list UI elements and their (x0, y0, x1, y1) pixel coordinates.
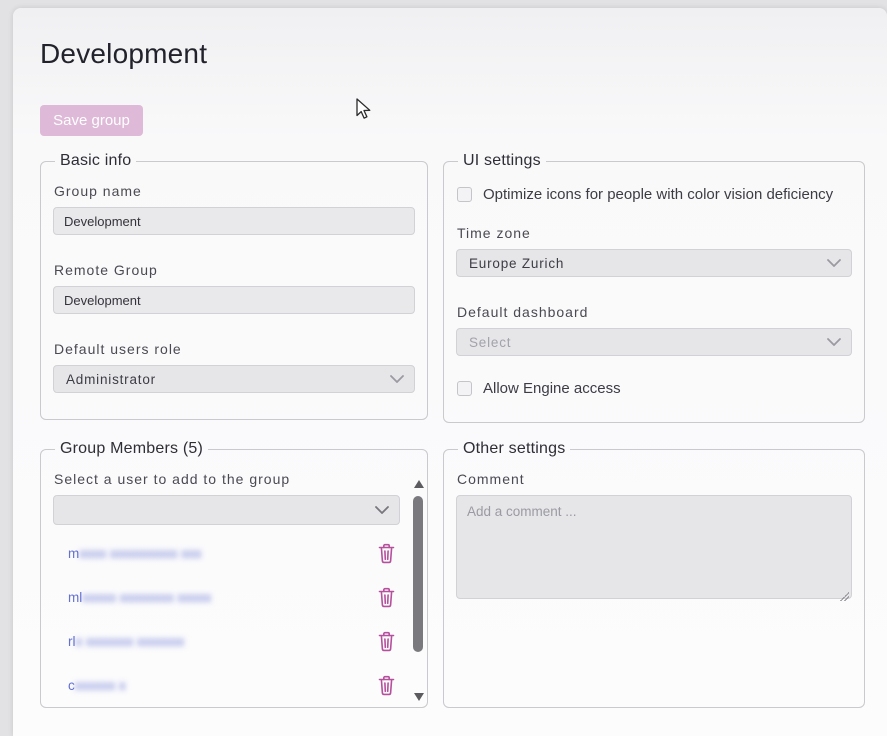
group-name-label: Group name (54, 183, 415, 199)
member-row: mxxxx xxxxxxxxxx xxx (53, 531, 400, 575)
member-row: cxxxxxx x (53, 663, 400, 707)
comment-wrap (456, 495, 852, 604)
default-dashboard-value: Select (469, 335, 511, 350)
chevron-down-icon (827, 259, 841, 267)
page-title: Development (40, 38, 207, 70)
remote-group-label: Remote Group (54, 262, 415, 278)
other-settings-section: Other settings Comment (443, 440, 865, 708)
member-link[interactable]: rlx xxxxxxx xxxxxxx (68, 634, 184, 649)
optimize-icons-row: Optimize icons for people with color vis… (457, 186, 852, 203)
member-name-prefix: ml (68, 590, 82, 605)
comment-textarea[interactable] (456, 495, 852, 599)
main-panel: Development Save group Basic info Group … (13, 8, 887, 736)
chevron-down-icon (375, 506, 389, 514)
member-name-redacted: xxxxx xxxxxxxx xxxxx (82, 590, 211, 605)
allow-engine-row: Allow Engine access (457, 380, 852, 397)
scrollbar-thumb[interactable] (413, 496, 423, 652)
time-zone-value: Europe Zurich (469, 256, 564, 271)
time-zone-label: Time zone (457, 225, 852, 241)
trash-icon (378, 631, 395, 652)
ui-settings-legend: UI settings (458, 152, 546, 170)
delete-member-button[interactable] (378, 631, 395, 652)
member-name-prefix: rl (68, 634, 76, 649)
members-scrollbar[interactable] (411, 474, 425, 703)
default-dashboard-label: Default dashboard (457, 304, 852, 320)
chevron-down-icon (390, 375, 404, 383)
save-group-button[interactable]: Save group (40, 105, 143, 136)
member-name-prefix: c (68, 678, 75, 693)
optimize-icons-label: Optimize icons for people with color vis… (483, 186, 833, 203)
comment-label: Comment (457, 471, 852, 487)
ui-settings-section: UI settings Optimize icons for people wi… (443, 152, 865, 423)
remote-group-input[interactable] (53, 286, 415, 314)
allow-engine-label: Allow Engine access (483, 380, 621, 397)
delete-member-button[interactable] (378, 675, 395, 696)
group-members-legend: Group Members (5) (55, 440, 208, 458)
member-link[interactable]: mlxxxxx xxxxxxxx xxxxx (68, 590, 211, 605)
basic-info-legend: Basic info (55, 152, 136, 170)
default-dashboard-select[interactable]: Select (456, 328, 852, 356)
default-users-role-select[interactable]: Administrator (53, 365, 415, 393)
member-row: mlxxxxx xxxxxxxx xxxxx (53, 575, 400, 619)
delete-member-button[interactable] (378, 543, 395, 564)
scroll-down-arrow-icon[interactable] (414, 693, 424, 701)
other-settings-legend: Other settings (458, 440, 570, 458)
group-name-input[interactable] (53, 207, 415, 235)
member-name-redacted: xxxxxx x (75, 678, 126, 693)
basic-info-section: Basic info Group name Remote Group Defau… (40, 152, 428, 420)
trash-icon (378, 675, 395, 696)
group-members-section: Group Members (5) Select a user to add t… (40, 440, 428, 708)
member-name-prefix: m (68, 546, 79, 561)
add-user-select[interactable] (53, 495, 400, 525)
trash-icon (378, 543, 395, 564)
default-users-role-value: Administrator (66, 372, 156, 387)
optimize-icons-checkbox[interactable] (457, 187, 472, 202)
chevron-down-icon (827, 338, 841, 346)
member-link[interactable]: mxxxx xxxxxxxxxx xxx (68, 546, 202, 561)
trash-icon (378, 587, 395, 608)
time-zone-select[interactable]: Europe Zurich (456, 249, 852, 277)
scroll-up-arrow-icon[interactable] (414, 480, 424, 488)
default-users-role-label: Default users role (54, 341, 415, 357)
member-link[interactable]: cxxxxxx x (68, 678, 126, 693)
allow-engine-checkbox[interactable] (457, 381, 472, 396)
member-name-redacted: x xxxxxxx xxxxxxx (76, 634, 185, 649)
delete-member-button[interactable] (378, 587, 395, 608)
member-name-redacted: xxxx xxxxxxxxxx xxx (79, 546, 201, 561)
add-user-label: Select a user to add to the group (54, 471, 415, 487)
members-list: mxxxx xxxxxxxxxx xxx mlxxxxx xxxxxxxx xx… (53, 531, 415, 707)
member-row: rlx xxxxxxx xxxxxxx (53, 619, 400, 663)
